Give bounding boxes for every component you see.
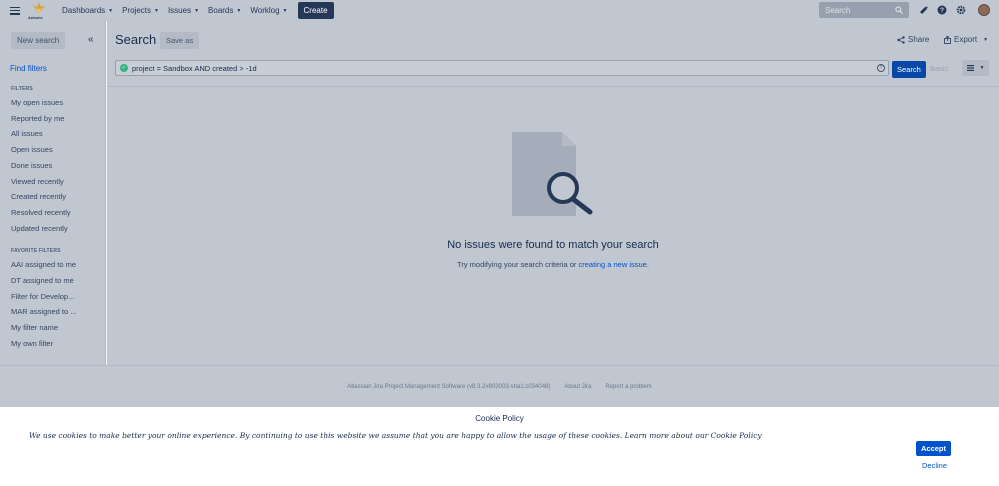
share-icon — [897, 35, 905, 44]
favorite-filter-item[interactable]: My own filter — [11, 339, 53, 348]
main-nav: Dashboards ▼ Projects ▼ Issues ▼ Boards ▼ Wo… — [53, 2, 334, 19]
favorites-section-title: FAVORITE FILTERS — [11, 248, 61, 254]
new-search-button[interactable]: New search — [11, 32, 66, 49]
filter-my-open-issues[interactable]: My open issues — [11, 98, 63, 107]
footer-product-link[interactable]: Atlassian Jira Project Management Softwa… — [347, 384, 550, 390]
svg-text:?: ? — [940, 8, 944, 15]
filter-created-recently[interactable]: Created recently — [11, 192, 66, 201]
empty-state-end: . — [646, 260, 649, 269]
empty-state-message: Try modifying your search criteria or cr… — [107, 260, 999, 269]
avatar[interactable] — [978, 4, 990, 16]
accept-cookies-button[interactable]: Accept — [916, 441, 951, 456]
filter-open-issues[interactable]: Open issues — [11, 145, 53, 154]
filter-reported-by-me[interactable]: Reported by me — [11, 114, 64, 123]
filter-viewed-recently[interactable]: Viewed recently — [11, 177, 64, 186]
export-icon — [944, 35, 951, 44]
share-button[interactable]: Share — [897, 35, 929, 44]
nav-label: Projects — [122, 6, 151, 15]
footer-separator: · — [556, 383, 559, 390]
jql-query-input[interactable]: ✓ project = Sandbox AND created > -1d ? — [115, 60, 889, 76]
search-button[interactable]: Search — [892, 61, 926, 78]
favorite-filter-item[interactable]: MAR assigned to ... — [11, 307, 76, 316]
footer-about-link[interactable]: About Jira — [564, 384, 591, 390]
view-options-button[interactable]: ▼ — [962, 60, 989, 76]
favorite-filter-item[interactable]: My filter name — [11, 323, 58, 332]
nav-label: Dashboards — [62, 6, 106, 15]
logo-text: Actonic — [28, 14, 43, 20]
top-navigation-bar: Actonic Dashboards ▼ Projects ▼ Issues ▼ Bo… — [0, 0, 999, 21]
save-as-button[interactable]: Save as — [160, 32, 200, 49]
cookie-title: Cookie Policy — [475, 414, 524, 423]
logo[interactable]: Actonic — [28, 1, 50, 20]
filters-sidebar: New search « Find filters FILTERS My ope… — [0, 21, 106, 365]
cookie-text: We use cookies to make better your onlin… — [29, 431, 762, 440]
chevron-down-icon: ▼ — [236, 7, 242, 14]
favorite-filter-item[interactable]: DT assigned to me — [11, 276, 74, 285]
help-icon[interactable]: ? — [937, 5, 947, 15]
footer-report-link[interactable]: Report a problem — [605, 384, 651, 390]
logo-icon — [33, 1, 45, 14]
chevron-down-icon: ▼ — [983, 36, 989, 43]
favorite-filter-item[interactable]: Filter for Develop... — [11, 292, 74, 301]
create-new-issue-link[interactable]: creating a new issue — [578, 260, 646, 269]
list-icon — [966, 65, 974, 71]
collapse-sidebar-icon[interactable]: « — [88, 34, 94, 45]
export-label: Export — [954, 35, 978, 44]
share-label: Share — [908, 35, 930, 44]
empty-state-text: Try modifying your search criteria or — [457, 260, 579, 269]
filter-resolved-recently[interactable]: Resolved recently — [11, 208, 71, 217]
nav-dashboards[interactable]: Dashboards ▼ — [62, 6, 113, 15]
chevron-down-icon: ▼ — [108, 7, 114, 14]
divider — [107, 86, 999, 87]
page-title: Search — [115, 32, 157, 47]
nav-worklog[interactable]: Worklog ▼ — [250, 6, 287, 15]
decline-cookies-link[interactable]: Decline — [922, 461, 947, 470]
find-filters-link[interactable]: Find filters — [10, 64, 47, 73]
chevron-down-icon: ▼ — [282, 7, 288, 14]
footer-separator: · — [597, 383, 600, 390]
global-search — [819, 2, 909, 18]
nav-boards[interactable]: Boards ▼ — [208, 6, 241, 15]
footer: Atlassian Jira Project Management Softwa… — [0, 365, 999, 407]
filter-updated-recently[interactable]: Updated recently — [11, 224, 68, 233]
filters-section-title: FILTERS — [11, 86, 33, 92]
valid-query-check-icon: ✓ — [120, 64, 128, 72]
notifications-icon[interactable] — [918, 5, 928, 15]
search-main: Search Save as Share Export ▼ ✓ project … — [107, 21, 999, 365]
menu-icon[interactable] — [10, 6, 20, 15]
chevron-down-icon: ▼ — [154, 7, 159, 14]
gear-icon[interactable] — [956, 5, 966, 15]
empty-state-title: No issues were found to match your searc… — [447, 239, 659, 251]
nav-label: Issues — [167, 6, 192, 15]
nav-issues[interactable]: Issues ▼ — [168, 6, 199, 15]
cookie-banner: Cookie Policy We use cookies to make bet… — [0, 407, 999, 486]
basic-mode-link[interactable]: Basic — [930, 64, 948, 73]
favorite-filter-item[interactable]: AAI assigned to me — [11, 260, 76, 269]
no-results-document-search-icon — [512, 132, 593, 216]
search-icon[interactable] — [895, 6, 903, 14]
filter-done-issues[interactable]: Done issues — [11, 161, 52, 170]
global-search-input[interactable] — [825, 5, 885, 15]
chevron-down-icon: ▼ — [194, 7, 200, 14]
export-button[interactable]: Export ▼ — [944, 35, 988, 44]
filter-all-issues[interactable]: All issues — [11, 129, 43, 138]
create-button[interactable]: Create — [297, 2, 334, 19]
syntax-help-icon[interactable]: ? — [877, 64, 885, 72]
nav-label: Worklog — [250, 6, 280, 15]
nav-label: Boards — [208, 6, 234, 15]
chevron-down-icon: ▼ — [979, 65, 985, 71]
jql-query-text: project = Sandbox AND created > -1d — [132, 63, 257, 73]
nav-projects[interactable]: Projects ▼ — [122, 6, 159, 15]
